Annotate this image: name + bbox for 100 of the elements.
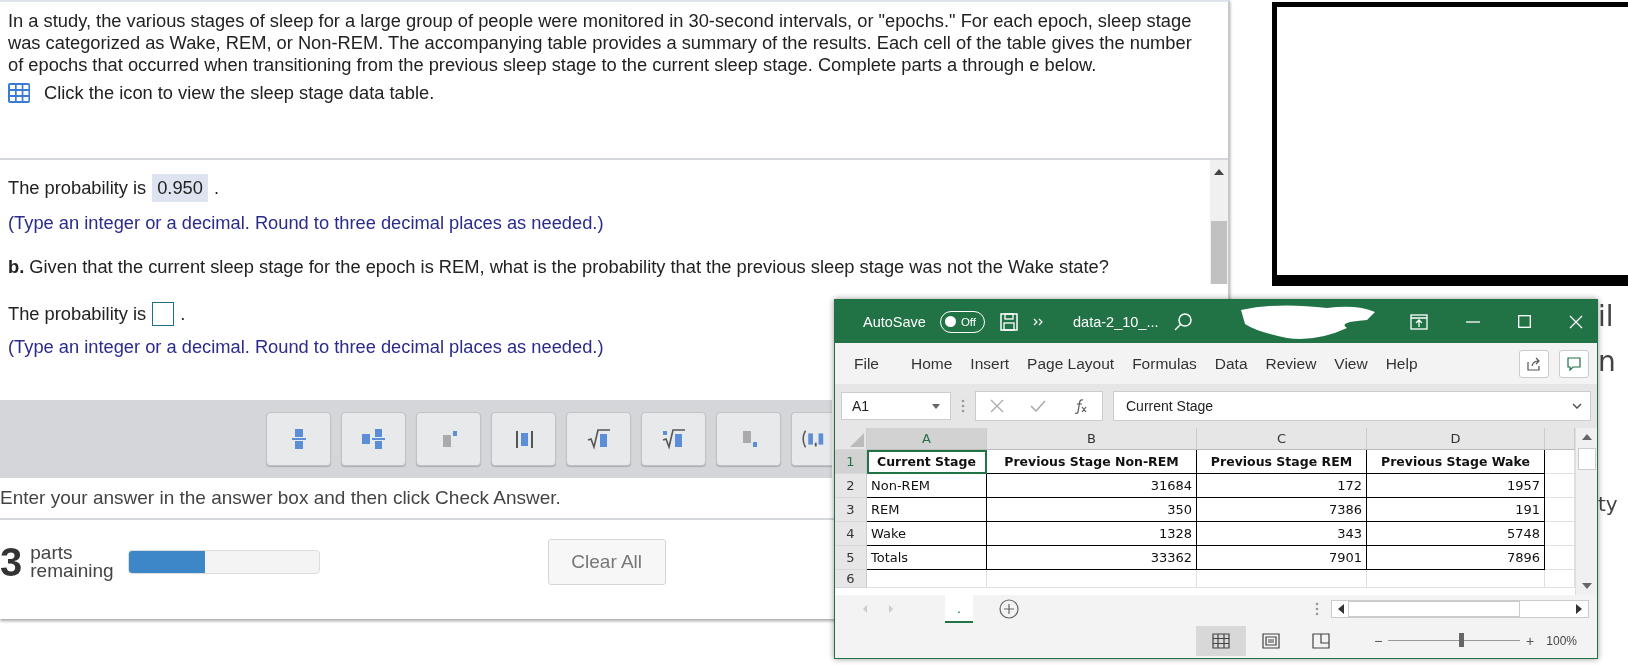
square-root-button[interactable]: [566, 412, 631, 466]
table-cell: 7896: [1367, 546, 1545, 570]
handle-icon: [1315, 602, 1319, 616]
ribbon-tab[interactable]: Page Layout: [1020, 354, 1122, 373]
horizontal-scrollbar[interactable]: [1331, 600, 1589, 618]
subscript-button[interactable]: [716, 412, 781, 466]
share-icon: [1526, 355, 1542, 372]
normal-view-button[interactable]: [1196, 625, 1247, 656]
scrollbar[interactable]: [1210, 160, 1228, 284]
scroll-right-icon[interactable]: [1576, 604, 1582, 614]
ribbon-tab[interactable]: Home: [904, 354, 960, 373]
table-cell: 343: [1197, 522, 1367, 546]
table-cell: Previous Stage Wake: [1367, 450, 1545, 474]
table-cell: 5748: [1367, 522, 1545, 546]
handle-icon: [961, 399, 965, 413]
column-header[interactable]: D: [1367, 428, 1545, 450]
zoom-level: 100%: [1546, 633, 1577, 648]
row-header[interactable]: 6: [835, 570, 867, 588]
table-cell: 1957: [1367, 474, 1545, 498]
row-header[interactable]: 2: [835, 474, 867, 498]
fraction-button[interactable]: [266, 412, 331, 466]
text-fragment: n: [1598, 345, 1616, 378]
name-box[interactable]: A1: [841, 392, 951, 420]
ribbon-tab[interactable]: Data: [1207, 354, 1255, 373]
table-cell: Non-REM: [867, 474, 987, 498]
file-name: data-2_10_...: [1073, 313, 1159, 330]
question-text: In a study, the various stages of sleep for a large group of people were monitored in 30-second intervals, or "epochs." For each epoch, sleep stage was categorized as Wake, REM, or Non-REM. The accompanying table provides a summary of the results. Each cell of the table gives the number of epochs that occurred when transitioning from the previous sleep stage to the current sleep stage. Complete parts a through e below.: [8, 10, 1193, 76]
formula-field[interactable]: Current Stage: [1113, 391, 1591, 421]
save-icon[interactable]: [999, 311, 1020, 332]
sheet-tab[interactable]: .: [945, 595, 973, 623]
row-header[interactable]: 4: [835, 522, 867, 546]
scroll-up-icon[interactable]: [1213, 168, 1225, 176]
scroll-thumb[interactable]: [1348, 601, 1520, 617]
row-header[interactable]: 1: [835, 450, 867, 474]
ribbon-display-icon[interactable]: [1410, 313, 1428, 330]
ribbon-tab[interactable]: Formulas: [1125, 354, 1204, 373]
mixed-number-button[interactable]: [341, 412, 406, 466]
row-header[interactable]: 5: [835, 546, 867, 570]
autosave-label: AutoSave: [863, 313, 926, 330]
zoom-slider[interactable]: − +: [1374, 632, 1535, 649]
nth-root-button[interactable]: [641, 412, 706, 466]
text-fragment: il: [1598, 300, 1614, 333]
check-icon[interactable]: [1030, 400, 1046, 412]
scroll-left-icon[interactable]: [1338, 604, 1344, 614]
question-text: b. Given that the current sleep stage for the epoch is REM, what is the probability that the previous sleep stage was not the Wake state?: [8, 256, 1110, 278]
ordered-pair-button[interactable]: [791, 412, 832, 466]
zoom-out-button[interactable]: −: [1374, 632, 1383, 649]
expand-icon[interactable]: [1572, 403, 1582, 409]
function-icon[interactable]: [1072, 398, 1088, 414]
table-icon[interactable]: [8, 83, 30, 103]
maximize-icon[interactable]: [1518, 315, 1531, 328]
answer-prefix: The probability is: [8, 177, 147, 199]
data-table-link[interactable]: Click the icon to view the sleep stage data table.: [44, 82, 435, 104]
ribbon-tab[interactable]: View: [1327, 354, 1375, 373]
ribbon-tab[interactable]: Help: [1378, 354, 1425, 373]
zoom-in-button[interactable]: +: [1526, 632, 1535, 649]
scrollbar[interactable]: [1575, 428, 1597, 595]
answer-field[interactable]: 0.950: [152, 174, 208, 202]
page-icon: [1262, 632, 1281, 649]
answer-field[interactable]: [152, 302, 175, 326]
hint-text: (Type an integer or a decimal. Round to three decimal places as needed.): [8, 336, 605, 358]
absolute-value-button[interactable]: [491, 412, 556, 466]
cancel-icon[interactable]: [990, 399, 1004, 413]
row-header[interactable]: 3: [835, 498, 867, 522]
ribbon-tab[interactable]: Review: [1258, 354, 1324, 373]
clear-all-button[interactable]: Clear All: [547, 539, 666, 585]
table-cell: REM: [867, 498, 987, 522]
text-fragment: ty: [1598, 492, 1618, 516]
ribbon-tab[interactable]: Insert: [963, 354, 1017, 373]
comments-button[interactable]: [1559, 349, 1589, 378]
scroll-thumb[interactable]: [1577, 448, 1596, 470]
share-button[interactable]: [1519, 349, 1549, 378]
table-cell: 191: [1367, 498, 1545, 522]
comment-icon: [1566, 355, 1582, 372]
scroll-up-icon[interactable]: [1581, 434, 1592, 440]
table-cell: 350: [987, 498, 1197, 522]
ribbon-tab[interactable]: File: [847, 354, 886, 373]
period: .: [180, 303, 186, 325]
table-cell: 172: [1197, 474, 1367, 498]
dropdown-icon[interactable]: [932, 403, 940, 409]
table-cell: Wake: [867, 522, 987, 546]
scroll-down-icon[interactable]: [1581, 583, 1592, 589]
grid-icon: [1212, 632, 1231, 649]
column-header[interactable]: C: [1197, 428, 1367, 450]
page-break-icon: [1312, 632, 1331, 649]
parts-label: parts remaining: [30, 544, 114, 580]
minimize-icon[interactable]: [1466, 320, 1480, 323]
table-cell: 31684: [987, 474, 1197, 498]
search-icon[interactable]: [1172, 311, 1193, 332]
table-cell: Previous Stage Non-REM: [987, 450, 1197, 474]
answer-prefix: The probability is: [8, 303, 147, 325]
column-header[interactable]: B: [987, 428, 1197, 450]
close-icon[interactable]: [1569, 314, 1583, 329]
table-cell: Totals: [867, 546, 987, 570]
exponent-button[interactable]: [416, 412, 481, 466]
table-cell: 7901: [1197, 546, 1367, 570]
hint-text: (Type an integer or a decimal. Round to three decimal places as needed.): [8, 212, 605, 234]
column-header[interactable]: A: [867, 428, 987, 450]
table-cell: Previous Stage REM: [1197, 450, 1367, 474]
add-sheet-icon[interactable]: [999, 599, 1019, 619]
